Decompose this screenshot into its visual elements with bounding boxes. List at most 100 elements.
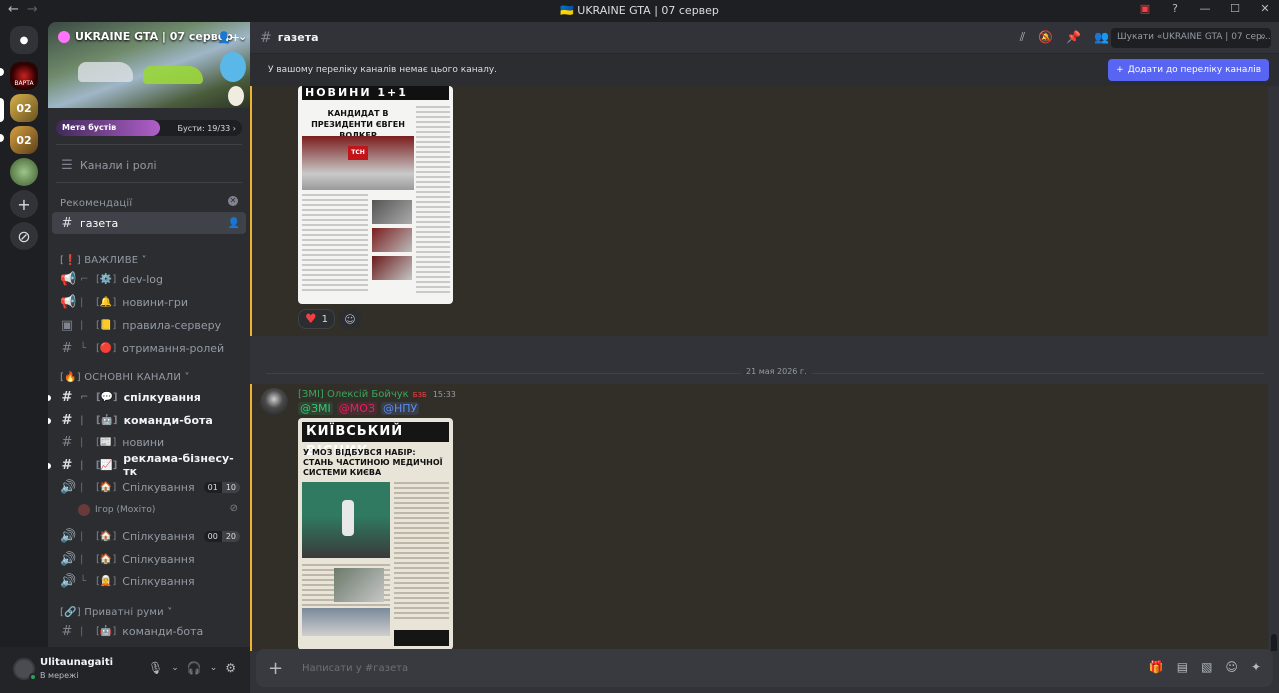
members-icon[interactable]: 👥 xyxy=(1094,30,1109,45)
unread-pill xyxy=(0,68,4,76)
pin-icon[interactable]: 📌 xyxy=(1066,30,1081,45)
window-title: 🇺🇦 UKRAINE GTA | 07 сервер xyxy=(560,4,719,17)
boost-icon xyxy=(58,30,70,43)
screen-share-icon[interactable]: ▣ xyxy=(1137,2,1153,15)
user-panel: Ulitaunagaiti В мережі 🎙 ⌄ 🎧 ⌄ ⚙ xyxy=(0,647,250,693)
voice-user[interactable]: Ігор (Мохіто) xyxy=(78,504,155,516)
channel-bot-commands[interactable]: # | [🤖] команди-бота xyxy=(52,409,246,431)
channel-bot-commands-private[interactable]: # | [🤖] команди-бота xyxy=(52,620,246,642)
add-server-icon[interactable]: + xyxy=(10,190,38,218)
category-important[interactable]: [❗] ВАЖЛИВЕ ˅ xyxy=(60,255,147,266)
chevron-down-icon[interactable]: ⌄ xyxy=(210,663,218,673)
message-composer: + 🎁 ▤ ▧ ☺ ✦ xyxy=(256,649,1273,687)
hash-icon: # xyxy=(61,215,73,231)
minimize-button[interactable]: — xyxy=(1197,2,1213,15)
voice-channel-chat-2[interactable]: 🔊 | [🏠] Спілкування 00 20 xyxy=(52,525,246,547)
voice-channel-chat-4[interactable]: 🔊 └ [🧝] Спілкування xyxy=(52,570,246,592)
voice-user-count: 00 20 xyxy=(203,530,240,542)
hash-icon: # xyxy=(61,340,73,356)
gift-icon[interactable]: 🎁 xyxy=(1149,660,1164,674)
avatar[interactable] xyxy=(260,388,288,416)
date-divider: 21 мая 2026 г. xyxy=(266,367,1264,376)
voice-channel-chat-1[interactable]: 🔊 | [🏠] Спілкування 01 10 xyxy=(52,476,246,498)
search-icon: ⌕ xyxy=(1260,31,1266,42)
channel-game-news[interactable]: 📢 | [🔔] новини-гри xyxy=(52,291,246,313)
speaker-icon: 🔊 xyxy=(60,551,77,567)
muted-icon: ⊘ xyxy=(229,503,238,514)
invite-people-icon[interactable]: 👤+ xyxy=(217,31,240,44)
newspaper-image[interactable]: КИЇВСЬКИЙ ВІСНИК У МОЗ ВІДБУВСЯ НАБІР: С… xyxy=(298,418,453,650)
close-button[interactable]: ✕ xyxy=(1257,2,1273,15)
username[interactable]: Ulitaunagaiti xyxy=(40,657,113,668)
author-badge: БЗБ xyxy=(412,390,427,399)
scrollbar[interactable] xyxy=(1271,634,1277,651)
category-main-channels[interactable]: [🔥] ОСНОВНІ КАНАЛИ ˅ xyxy=(60,372,190,383)
server-list: ● BAPTA 02 02 + ⊘ xyxy=(0,22,48,693)
server-3-icon[interactable]: 02 xyxy=(10,126,38,154)
avatar xyxy=(78,504,90,516)
plus-icon[interactable]: + xyxy=(268,658,288,679)
channel-rules[interactable]: ▣ | [📒] правила-серверу xyxy=(52,314,246,336)
list-icon: ☰ xyxy=(61,157,73,173)
mention-moz[interactable]: @МОЗ xyxy=(336,402,377,415)
threads-icon[interactable]: ⫽ xyxy=(1020,30,1025,45)
plus-icon: + xyxy=(1116,65,1124,75)
gif-icon[interactable]: ▤ xyxy=(1177,660,1188,674)
server-4-icon[interactable] xyxy=(10,158,38,186)
channel-dev-log[interactable]: 📢 ⌐ [⚙️] dev-log xyxy=(52,268,246,290)
microphone-icon[interactable]: 🎙 xyxy=(148,661,163,675)
channel-business-ads[interactable]: # | [📈] реклама-бізнесу-тк xyxy=(52,452,246,478)
server-1-icon[interactable]: BAPTA xyxy=(10,62,38,90)
author-name[interactable]: [ЗМІ] Олексій Бойчук xyxy=(298,389,409,400)
newspaper-image[interactable]: НОВИНИ 1+1 КАНДИДАТ В ПРЕЗИДЕНТИ ЄВГЕН В… xyxy=(298,86,453,304)
headphones-icon[interactable]: 🎧 xyxy=(187,661,202,675)
channel-news[interactable]: # | [📰] новини xyxy=(52,431,246,453)
mention-zmi[interactable]: @ЗМІ xyxy=(298,402,333,415)
announcement-icon: 📢 xyxy=(60,271,77,287)
add-member-icon[interactable]: 👤 xyxy=(228,218,240,229)
category-private-rooms[interactable]: [🔗] Приватні руми ˅ xyxy=(60,607,172,618)
voice-channel-chat-3[interactable]: 🔊 | [🏠] Спілкування xyxy=(52,548,246,570)
sticker-icon[interactable]: ▧ xyxy=(1201,660,1212,674)
maximize-button[interactable]: ☐ xyxy=(1227,2,1243,15)
user-status: В мережі xyxy=(40,671,79,680)
emoji-icon[interactable]: ☺ xyxy=(1225,660,1238,674)
message-header: [ЗМІ] Олексій Бойчук БЗБ 15:33 xyxy=(298,389,456,400)
mention-npu[interactable]: @НПУ xyxy=(381,402,420,415)
channel-title: газета xyxy=(277,31,319,44)
discord-icon[interactable]: ● xyxy=(10,26,38,54)
divider xyxy=(56,144,242,145)
add-reaction-icon[interactable]: ☺ xyxy=(339,309,362,329)
notifications-muted-icon[interactable]: 🔕 xyxy=(1038,30,1053,45)
apps-icon[interactable]: ✦ xyxy=(1251,660,1261,674)
compass-icon[interactable]: ⊘ xyxy=(10,222,38,250)
boost-goal-bar[interactable]: Мета бустів Бусти: 19/33 › xyxy=(56,120,242,136)
hash-icon: # xyxy=(61,623,73,639)
channels-and-roles[interactable]: ☰ Канали і ролі xyxy=(52,154,246,176)
help-icon[interactable]: ? xyxy=(1167,2,1183,15)
reactions: ♥ 1 ☺ xyxy=(298,309,362,329)
online-status-icon xyxy=(29,673,37,681)
message-list: НОВИНИ 1+1 КАНДИДАТ В ПРЕЗИДЕНТИ ЄВГЕН В… xyxy=(250,86,1279,651)
server-2-icon[interactable]: 02 xyxy=(10,94,38,122)
channel-chat[interactable]: # ⌐ [💬] спілкування xyxy=(52,386,246,408)
mentions: @ЗМІ @МОЗ @НПУ xyxy=(298,402,420,415)
chevron-down-icon[interactable]: ⌄ xyxy=(171,663,179,673)
unread-pill xyxy=(0,134,4,142)
message-input[interactable] xyxy=(302,662,1002,674)
gear-icon[interactable]: ⚙ xyxy=(225,661,236,675)
main-panel: # газета ⫽ 🔕 📌 👥 Шукати «UKRAINE GTA | 0… xyxy=(250,22,1279,693)
heart-reaction[interactable]: ♥ 1 xyxy=(298,309,336,329)
selected-pill xyxy=(0,98,4,122)
hash-icon: # xyxy=(61,412,73,428)
unread-dot xyxy=(48,463,51,469)
hash-icon: # xyxy=(61,457,73,473)
close-icon[interactable]: ✕ xyxy=(228,196,238,206)
channel-get-roles[interactable]: # └ [🔴] отримання-ролей xyxy=(52,337,246,359)
speaker-icon: 🔊 xyxy=(60,528,77,544)
channel-gazeta[interactable]: # газета 👤 xyxy=(52,212,246,234)
boost-goal-label: Мета бустів xyxy=(56,120,160,136)
search-input[interactable]: Шукати «UKRAINE GTA | 07 сер… ⌕ xyxy=(1111,28,1271,48)
speaker-icon: 🔊 xyxy=(60,573,77,589)
add-to-channel-list-button[interactable]: + Додати до переліку каналів xyxy=(1108,59,1269,81)
